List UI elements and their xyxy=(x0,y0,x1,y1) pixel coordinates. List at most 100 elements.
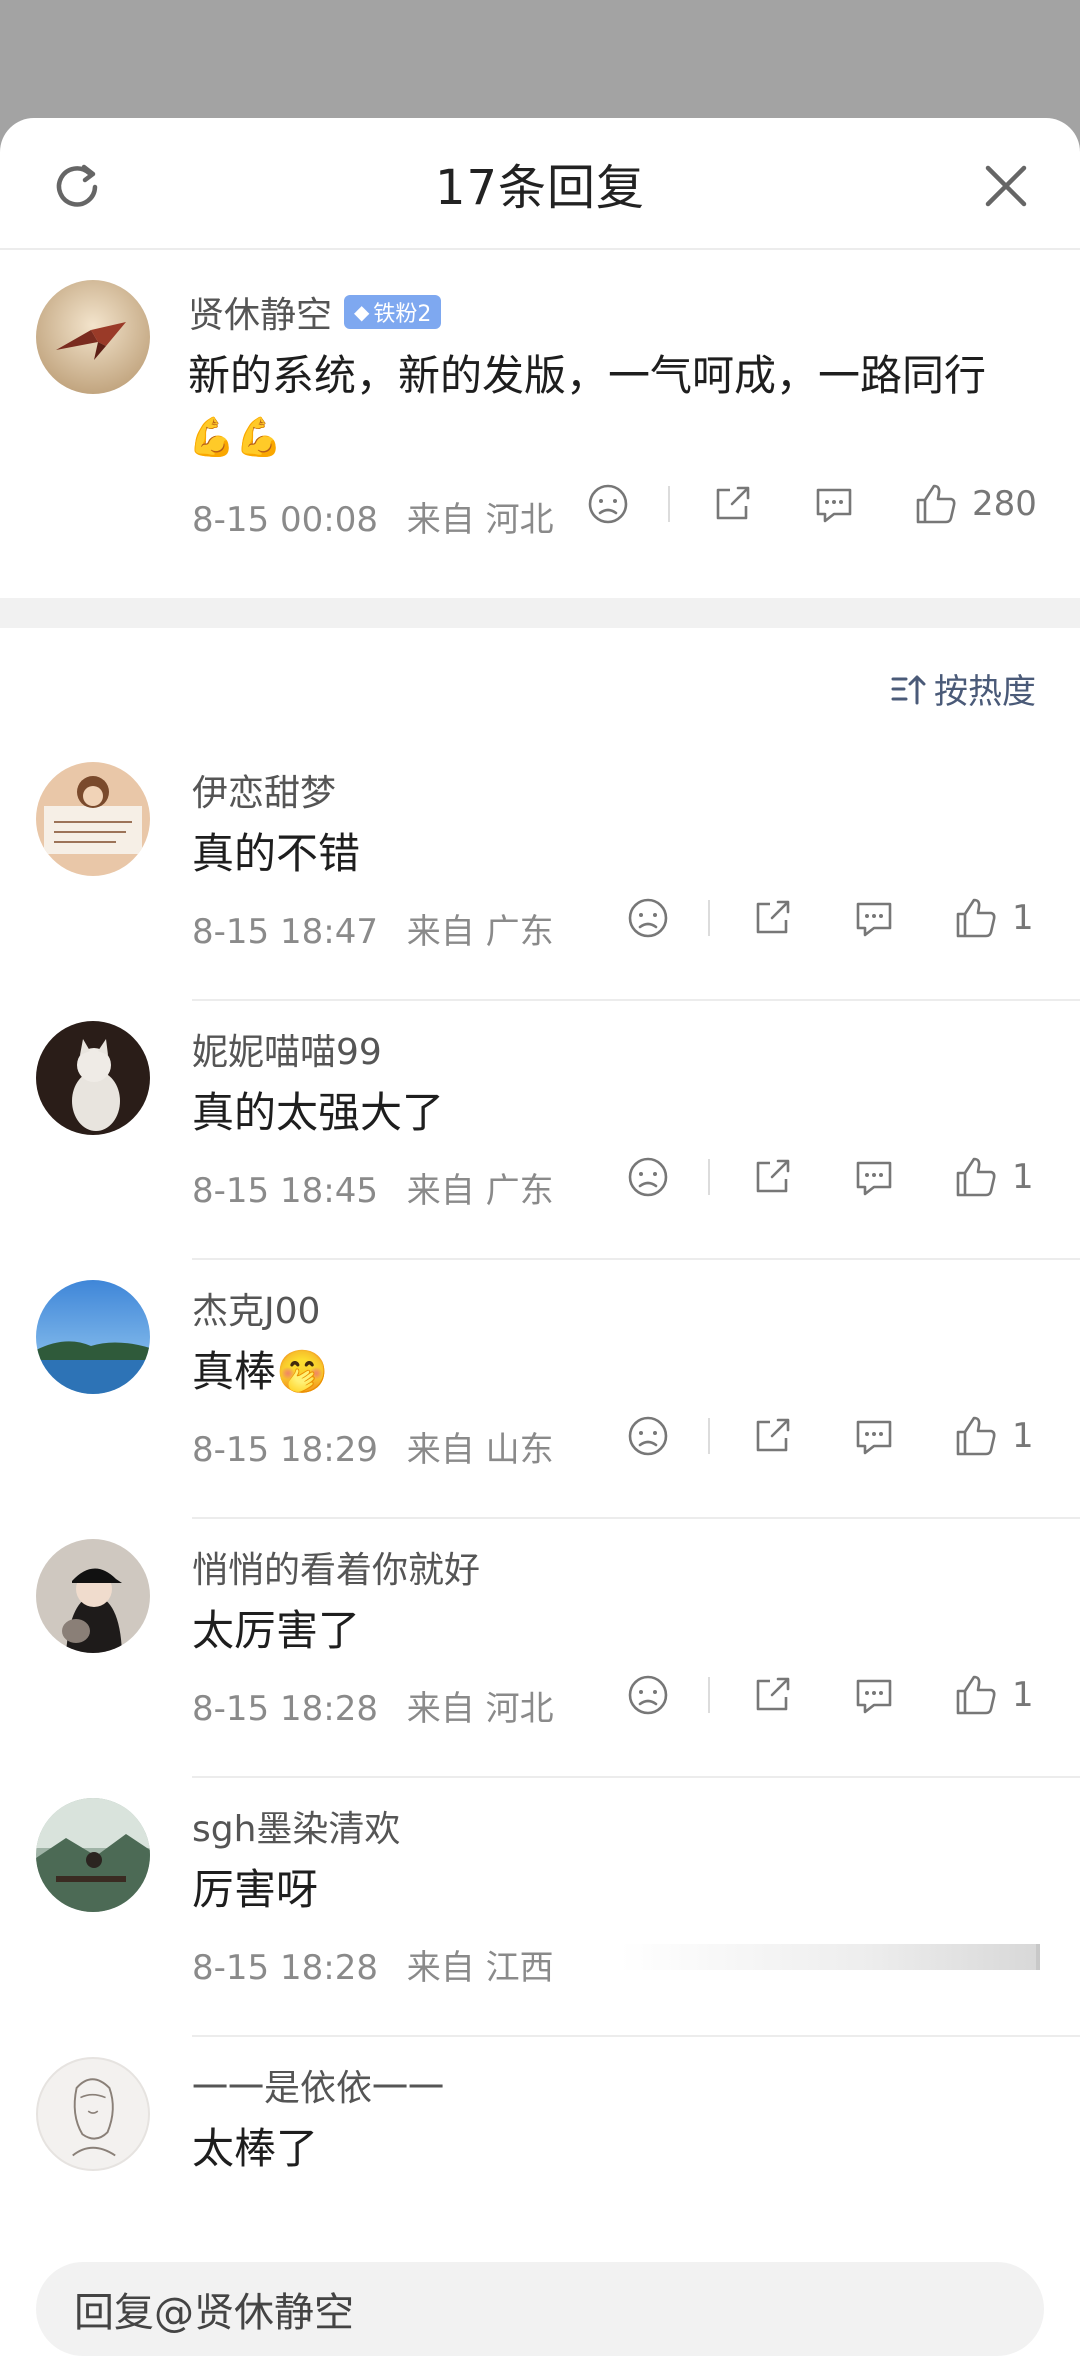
reply-actions: 1 xyxy=(626,896,1034,940)
reply-date: 8-15 18:47 xyxy=(192,912,378,952)
like-icon[interactable] xyxy=(954,1414,998,1458)
reply-actions: 1 xyxy=(626,1414,1034,1458)
reply-date: 8-15 18:28 xyxy=(192,1689,378,1729)
reply-actions: 1 xyxy=(626,1155,1034,1199)
reply-location: 来自 江西 xyxy=(406,1948,554,1988)
reply-date: 8-15 18:29 xyxy=(192,1430,378,1470)
username[interactable]: 贤休静空 xyxy=(188,286,332,338)
sort-row: 按热度 xyxy=(0,628,1080,740)
loading-placeholder xyxy=(620,1944,1040,1970)
fan-badge: ◆ 铁粉2 xyxy=(344,295,442,329)
like-count: 1 xyxy=(1012,1675,1034,1715)
reply-location: 来自 河北 xyxy=(406,1689,554,1729)
reply-meta: 8-15 18:47 来自 广东 xyxy=(192,904,554,953)
replies-list: 伊恋甜梦 真的不错 8-15 18:47 来自 广东 1 妮妮喵喵99 真的太强… xyxy=(0,742,1080,2222)
comment-date: 8-15 00:08 xyxy=(192,500,378,540)
dislike-face-icon[interactable] xyxy=(626,896,670,940)
list-item[interactable]: sgh墨染清欢 厉害呀 8-15 18:28 来自 江西 xyxy=(0,1778,1080,2037)
section-divider xyxy=(0,598,1080,628)
sort-label: 按热度 xyxy=(934,672,1036,712)
like-count: 1 xyxy=(1012,1416,1034,1456)
divider xyxy=(708,900,710,936)
avatar[interactable] xyxy=(36,762,150,876)
list-item[interactable]: 杰克J00 真棒🤭 8-15 18:29 来自 山东 1 xyxy=(0,1260,1080,1519)
divider xyxy=(668,486,670,522)
username[interactable]: 悄悄的看着你就好 xyxy=(192,1541,480,1593)
dislike-face-icon[interactable] xyxy=(626,1414,670,1458)
reply-input-placeholder: 回复@贤休静空 xyxy=(74,2290,354,2336)
like-count: 280 xyxy=(972,484,1037,524)
share-icon[interactable] xyxy=(750,1155,794,1199)
reply-text: 太棒了 xyxy=(192,2124,319,2173)
comment-icon[interactable] xyxy=(852,1414,896,1458)
like-icon[interactable] xyxy=(954,1673,998,1717)
reply-location: 来自 广东 xyxy=(406,1171,554,1211)
avatar[interactable] xyxy=(36,2057,150,2171)
divider xyxy=(708,1159,710,1195)
comment-text-body: 新的系统，新的发版，一气呵成，一路同行 xyxy=(188,351,987,400)
avatar[interactable] xyxy=(36,1539,150,1653)
diamond-icon: ◆ xyxy=(354,300,370,324)
list-item[interactable]: 悄悄的看着你就好 太厉害了 8-15 18:28 来自 河北 1 xyxy=(0,1519,1080,1778)
username[interactable]: 伊恋甜梦 xyxy=(192,764,336,816)
sort-by-hot-button[interactable]: 按热度 xyxy=(890,664,1036,713)
share-icon[interactable] xyxy=(710,482,754,526)
comment-text: 新的系统，新的发版，一气呵成，一路同行 💪💪 xyxy=(188,346,1048,467)
comment-icon[interactable] xyxy=(812,482,856,526)
comment-actions: 280 xyxy=(586,482,1037,526)
reply-text: 厉害呀 xyxy=(192,1865,319,1914)
replies-sheet: 17条回复 贤休静空 ◆ 铁粉2 新的系统，新的发版，一气呵成，一路同行 💪💪 xyxy=(0,118,1080,2376)
muscle-emoji-icon: 💪💪 xyxy=(188,415,283,459)
username[interactable]: 一一是依依一一 xyxy=(192,2059,444,2111)
comment-icon[interactable] xyxy=(852,1155,896,1199)
like-icon[interactable] xyxy=(954,1155,998,1199)
original-comment: 贤休静空 ◆ 铁粉2 新的系统，新的发版，一气呵成，一路同行 💪💪 8-15 0… xyxy=(0,250,1080,598)
reply-location: 来自 广东 xyxy=(406,912,554,952)
reply-date: 8-15 18:28 xyxy=(192,1948,378,1988)
refresh-icon[interactable] xyxy=(48,158,106,216)
reply-input[interactable]: 回复@贤休静空 xyxy=(36,2262,1044,2356)
avatar[interactable] xyxy=(36,1021,150,1135)
reply-meta: 8-15 18:28 来自 河北 xyxy=(192,1681,554,1730)
sort-icon xyxy=(891,675,926,704)
share-icon[interactable] xyxy=(750,1673,794,1717)
avatar[interactable] xyxy=(36,1280,150,1394)
list-item[interactable]: 妮妮喵喵99 真的太强大了 8-15 18:45 来自 广东 1 xyxy=(0,1001,1080,1260)
like-icon[interactable] xyxy=(954,896,998,940)
like-icon[interactable] xyxy=(914,482,958,526)
like-count: 1 xyxy=(1012,1157,1034,1197)
share-icon[interactable] xyxy=(750,896,794,940)
avatar[interactable] xyxy=(36,280,150,394)
page-title: 17条回复 xyxy=(434,160,646,216)
dislike-face-icon[interactable] xyxy=(586,482,630,526)
comment-meta: 8-15 00:08 来自 河北 xyxy=(192,492,554,541)
reply-actions: 1 xyxy=(626,1673,1034,1717)
list-item[interactable]: 伊恋甜梦 真的不错 8-15 18:47 来自 广东 1 xyxy=(0,742,1080,1001)
reply-location: 来自 山东 xyxy=(406,1430,554,1470)
dislike-face-icon[interactable] xyxy=(626,1673,670,1717)
reply-text: 真棒🤭 xyxy=(192,1347,329,1396)
dislike-face-icon[interactable] xyxy=(626,1155,670,1199)
comment-icon[interactable] xyxy=(852,1673,896,1717)
reply-meta: 8-15 18:29 来自 山东 xyxy=(192,1422,554,1471)
divider xyxy=(708,1677,710,1713)
sheet-header: 17条回复 xyxy=(0,118,1080,250)
reply-text: 真的太强大了 xyxy=(192,1088,445,1137)
close-icon[interactable] xyxy=(978,158,1034,214)
reply-meta: 8-15 18:45 来自 广东 xyxy=(192,1163,554,1212)
fan-badge-label: 铁粉2 xyxy=(373,302,432,327)
like-count: 1 xyxy=(1012,898,1034,938)
username[interactable]: 杰克J00 xyxy=(192,1282,320,1334)
comment-icon[interactable] xyxy=(852,896,896,940)
reply-text: 真的不错 xyxy=(192,829,361,878)
username[interactable]: 妮妮喵喵99 xyxy=(192,1023,382,1075)
comment-location: 来自 河北 xyxy=(406,500,554,540)
divider xyxy=(708,1418,710,1454)
username[interactable]: sgh墨染清欢 xyxy=(192,1800,400,1852)
reply-bar: 回复@贤休静空 xyxy=(0,2220,1080,2376)
list-item[interactable]: 一一是依依一一 太棒了 xyxy=(0,2037,1080,2222)
avatar[interactable] xyxy=(36,1798,150,1912)
reply-text: 太厉害了 xyxy=(192,1606,361,1655)
reply-meta: 8-15 18:28 来自 江西 xyxy=(192,1940,554,1989)
share-icon[interactable] xyxy=(750,1414,794,1458)
